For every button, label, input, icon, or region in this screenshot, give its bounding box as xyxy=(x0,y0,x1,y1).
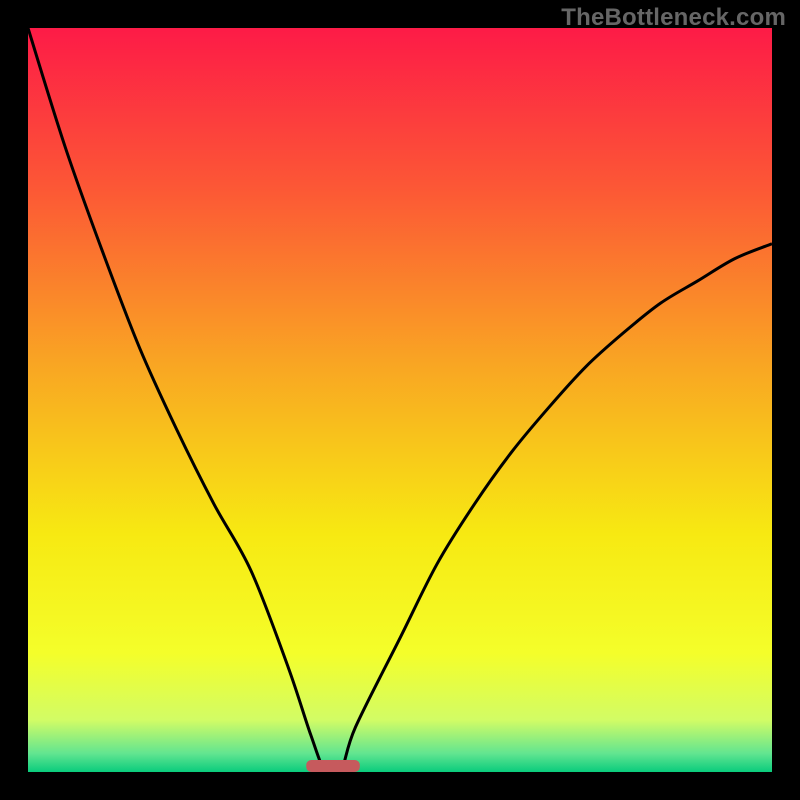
chart-svg xyxy=(28,28,772,772)
plot-area xyxy=(28,28,772,772)
optimum-marker xyxy=(306,760,360,772)
gradient-background xyxy=(28,28,772,772)
chart-figure: TheBottleneck.com xyxy=(0,0,800,800)
watermark-label: TheBottleneck.com xyxy=(561,4,786,32)
